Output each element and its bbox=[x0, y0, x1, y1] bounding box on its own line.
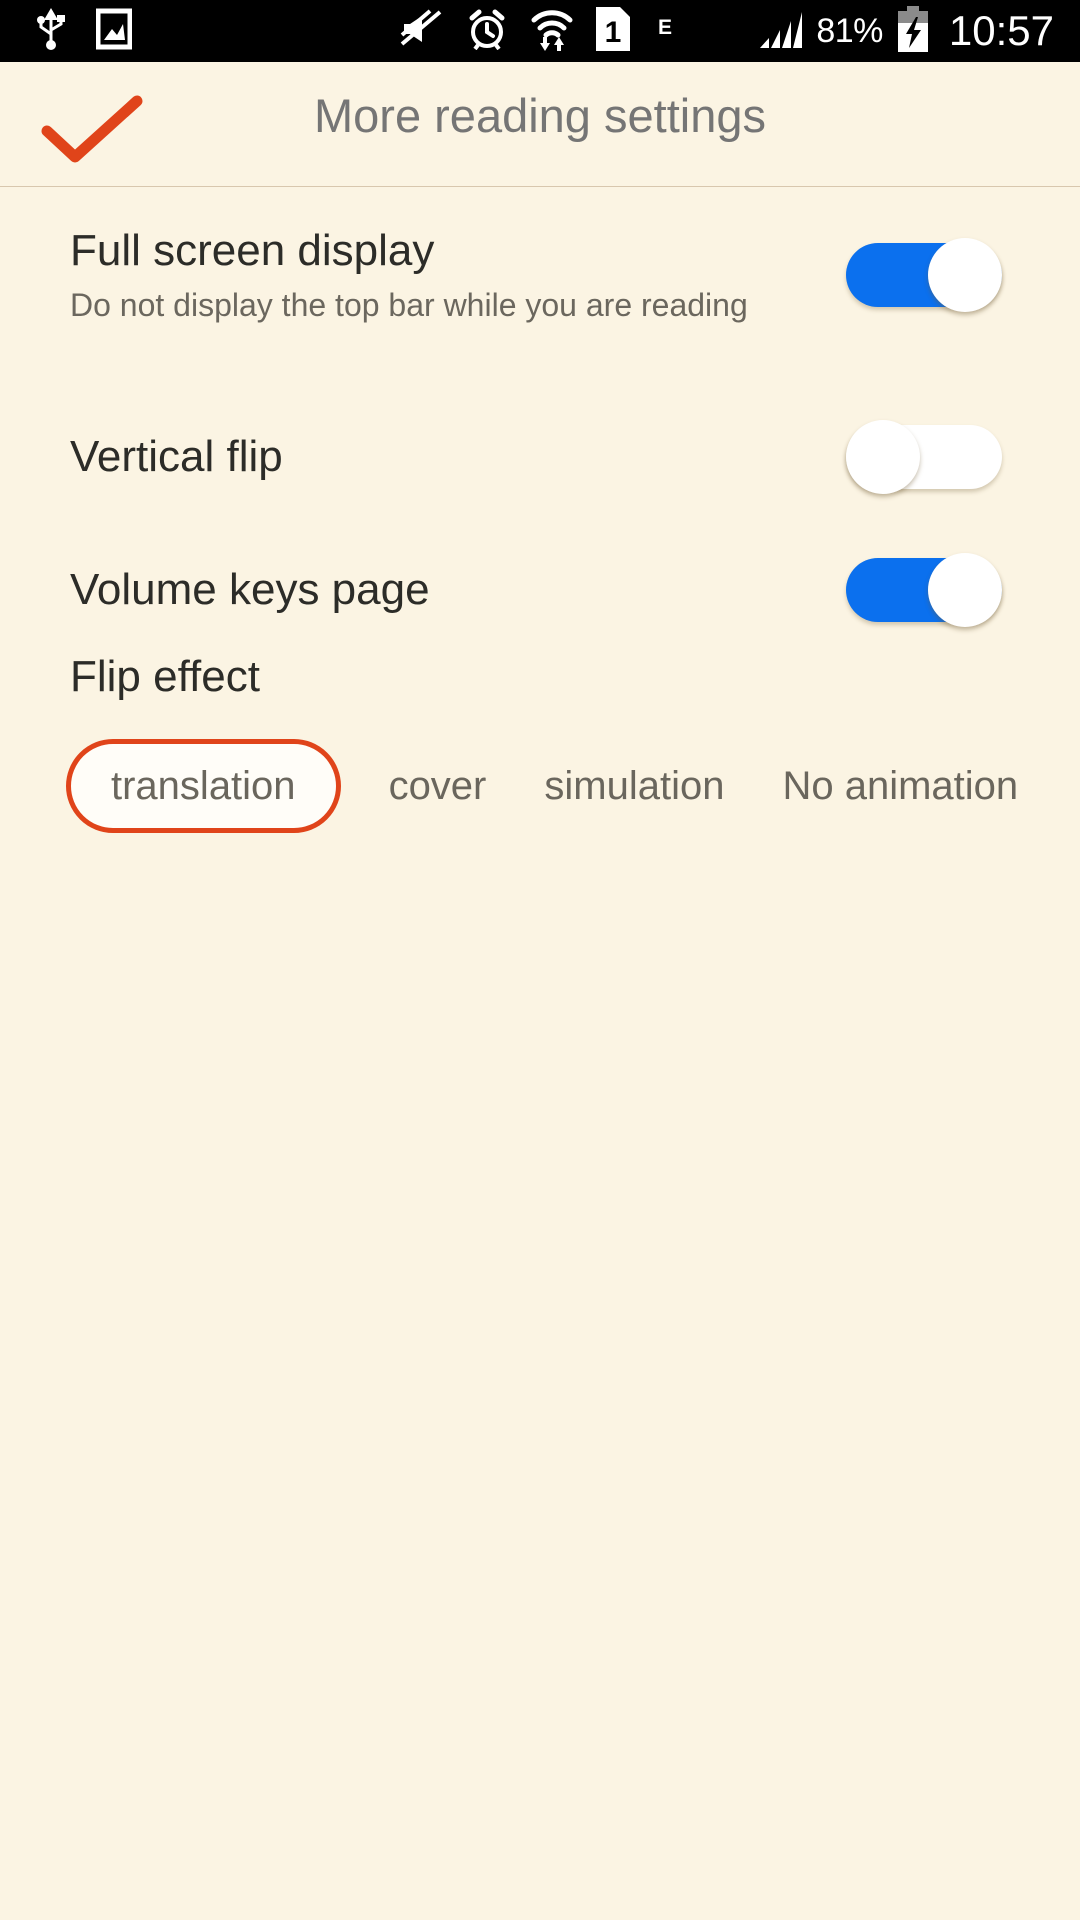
network-type-label: E bbox=[658, 15, 673, 39]
status-bar-left-icons bbox=[0, 7, 133, 55]
settings-content: Full screen display Do not display the t… bbox=[0, 187, 1080, 1920]
clock-label: 10:57 bbox=[948, 7, 1054, 54]
toggle-vertical-flip[interactable] bbox=[846, 420, 1002, 494]
flip-effect-option-cover[interactable]: cover bbox=[389, 744, 487, 828]
setting-title: Full screen display bbox=[70, 226, 435, 275]
setting-row-texts: Volume keys page bbox=[0, 562, 846, 618]
mute-icon bbox=[400, 8, 444, 55]
setting-row-vertical-flip[interactable]: Vertical flip bbox=[0, 397, 1080, 517]
setting-row-texts: Vertical flip bbox=[0, 429, 846, 485]
status-bar-center-icons: 1 E bbox=[400, 6, 673, 56]
toggle-volume-keys-page[interactable] bbox=[846, 553, 1002, 627]
setting-row-full-screen-display[interactable]: Full screen display Do not display the t… bbox=[0, 205, 1080, 345]
sim1-icon: 1 bbox=[596, 6, 630, 56]
setting-row-texts: Full screen display Do not display the t… bbox=[0, 223, 846, 327]
setting-subtitle: Do not display the top bar while you are… bbox=[70, 287, 748, 323]
toggle-thumb bbox=[846, 420, 920, 494]
screenshot-icon bbox=[95, 8, 133, 55]
toggle-full-screen-display[interactable] bbox=[846, 238, 1002, 312]
svg-text:1: 1 bbox=[605, 16, 622, 49]
toggle-thumb bbox=[928, 553, 1002, 627]
page-title: More reading settings bbox=[314, 89, 766, 142]
app-header: More reading settings bbox=[0, 62, 1080, 187]
wifi-transfer-icon bbox=[530, 7, 574, 56]
battery-percent-label: 81% bbox=[816, 11, 883, 50]
setting-title: Vertical flip bbox=[70, 432, 283, 481]
flip-effect-option-no-animation[interactable]: No animation bbox=[782, 744, 1018, 828]
toggle-thumb bbox=[928, 238, 1002, 312]
flip-effect-option-translation[interactable]: translation bbox=[66, 739, 341, 833]
signal-bars-icon bbox=[758, 8, 803, 55]
setting-title: Volume keys page bbox=[70, 565, 430, 614]
status-bar: 1 E 81% 10:57 bbox=[0, 0, 1080, 62]
alarm-icon bbox=[466, 8, 508, 55]
flip-effect-options: translation cover simulation No animatio… bbox=[0, 731, 1080, 841]
status-bar-right-icons: 81% 10:57 bbox=[758, 5, 1080, 57]
usb-icon bbox=[36, 7, 66, 55]
flip-effect-option-simulation[interactable]: simulation bbox=[544, 744, 724, 828]
setting-row-volume-keys-page[interactable]: Volume keys page bbox=[0, 530, 1080, 650]
charging-battery-icon bbox=[897, 5, 929, 57]
flip-effect-label: Flip effect bbox=[70, 652, 260, 701]
